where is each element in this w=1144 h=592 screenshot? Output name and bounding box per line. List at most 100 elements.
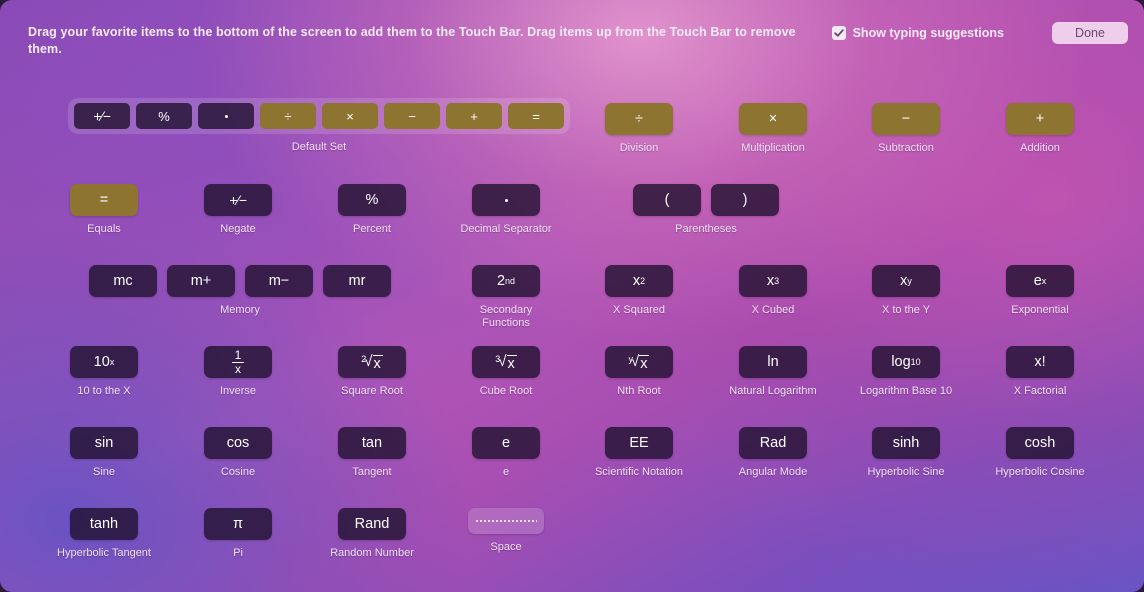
decimal-separator-cell: Decimal Separator — [446, 184, 566, 236]
hyperbolic-cosine-label: Hyperbolic Cosine — [995, 466, 1085, 478]
sine-button[interactable]: sin — [70, 427, 138, 459]
customize-items-grid: +⁄−% ÷ × − + = Default Set ÷ Division × Multiplica… — [0, 0, 1144, 592]
addition-button[interactable]: + — [1006, 103, 1074, 135]
cosine-button[interactable]: cos — [204, 427, 272, 459]
negate-button[interactable]: +⁄− — [74, 103, 130, 129]
hyperbolic-tangent-button[interactable]: tanh — [70, 508, 138, 540]
hyperbolic-sine-cell: sinh Hyperbolic Sine — [846, 427, 966, 479]
percent-button[interactable]: % — [136, 103, 192, 129]
pi-cell: π Pi — [178, 508, 298, 560]
close-paren-button[interactable]: ) — [711, 184, 779, 216]
division-cell: ÷ Division — [579, 103, 699, 155]
multiplication-button[interactable]: × — [322, 103, 378, 129]
memory-add-button[interactable]: m+ — [167, 265, 235, 297]
e-cell: ee — [446, 427, 566, 479]
scientific-notation-button[interactable]: EE — [605, 427, 673, 459]
tangent-label: Tangent — [352, 466, 392, 478]
memory-recall-button[interactable]: mr — [323, 265, 391, 297]
logarithm-base-10-button[interactable]: log 10 — [872, 346, 940, 378]
memory-minus-button[interactable]: m− — [245, 265, 313, 297]
ten-to-the-x-button[interactable]: 10 x — [70, 346, 138, 378]
hyperbolic-cosine-button[interactable]: cosh — [1006, 427, 1074, 459]
decimal-separator-button[interactable] — [472, 184, 540, 216]
nth-root-label: Nth Root — [617, 385, 661, 397]
percent-button[interactable]: % — [338, 184, 406, 216]
random-number-label: Random Number — [330, 547, 414, 559]
natural-logarithm-button[interactable]: ln — [739, 346, 807, 378]
e-label: e — [502, 466, 510, 478]
e-button[interactable]: e — [472, 427, 540, 459]
equals-label: Equals — [87, 223, 121, 235]
x-cubed-label: X Cubed — [751, 304, 795, 316]
addition-label: Addition — [1020, 142, 1060, 154]
space-button[interactable] — [468, 508, 544, 534]
subtraction-button[interactable]: − — [872, 103, 940, 135]
subtraction-cell: − Subtraction — [846, 103, 966, 155]
x-factorial-button[interactable]: x! — [1006, 346, 1074, 378]
decimal-separator-button[interactable] — [198, 103, 254, 129]
secondary-functions-cell: 2nd Secondary Functions — [446, 265, 566, 330]
equals-button[interactable]: = — [508, 103, 564, 129]
hyperbolic-tangent-label: Hyperbolic Tangent — [57, 547, 151, 559]
percent-label: Percent — [353, 223, 391, 235]
nth-root-button[interactable]: y √ x — [605, 346, 673, 378]
tangent-cell: tan Tangent — [312, 427, 432, 479]
x-squared-label: X Squared — [613, 304, 665, 316]
x-cubed-cell: x3 X Cubed — [713, 265, 833, 317]
addition-cell: + Addition — [980, 103, 1100, 155]
x-to-the-y-cell: xy X to the Y — [846, 265, 966, 317]
division-button[interactable]: ÷ — [605, 103, 673, 135]
random-number-button[interactable]: Rand — [338, 508, 406, 540]
touch-bar-customize-window: Drag your favorite items to the bottom o… — [0, 0, 1144, 592]
addition-button[interactable]: + — [446, 103, 502, 129]
negate-button[interactable]: +⁄− — [204, 184, 272, 216]
inverse-button[interactable]: 1x — [204, 346, 272, 378]
x-factorial-label: X Factorial — [1013, 385, 1067, 397]
x-squared-button[interactable]: x2 — [605, 265, 673, 297]
scientific-notation-cell: EE Scientific Notation — [579, 427, 699, 479]
multiplication-button[interactable]: × — [739, 103, 807, 135]
negate-label: Negate — [220, 223, 256, 235]
ten-to-the-x-label: 10 to the X — [77, 385, 131, 397]
default-set-label: Default Set — [291, 141, 347, 153]
square-root-cell: 2 √ x Square Root — [312, 346, 432, 398]
parentheses-group: () — [633, 184, 779, 216]
division-button[interactable]: ÷ — [260, 103, 316, 129]
inverse-label: Inverse — [219, 385, 257, 397]
nth-root-cell: y √ x Nth Root — [579, 346, 699, 398]
secondary-functions-button[interactable]: 2nd — [472, 265, 540, 297]
logarithm-base-10-label: Logarithm Base 10 — [859, 385, 953, 397]
sine-cell: sin Sine — [44, 427, 164, 479]
pi-button[interactable]: π — [204, 508, 272, 540]
cube-root-button[interactable]: 3 √ x — [472, 346, 540, 378]
open-paren-button[interactable]: ( — [633, 184, 701, 216]
memory-clear-button[interactable]: mc — [89, 265, 157, 297]
angular-mode-label: Angular Mode — [738, 466, 808, 478]
scientific-notation-label: Scientific Notation — [594, 466, 684, 478]
parentheses-cell: () Parentheses — [616, 184, 796, 236]
cube-root-cell: 3 √ x Cube Root — [446, 346, 566, 398]
x-to-the-y-button[interactable]: xy — [872, 265, 940, 297]
tangent-button[interactable]: tan — [338, 427, 406, 459]
hyperbolic-sine-button[interactable]: sinh — [872, 427, 940, 459]
default-set-group[interactable]: +⁄−% ÷ × − + = — [68, 98, 570, 134]
square-root-button[interactable]: 2 √ x — [338, 346, 406, 378]
space-label: Space — [490, 541, 522, 553]
x-cubed-button[interactable]: x3 — [739, 265, 807, 297]
hyperbolic-sine-label: Hyperbolic Sine — [867, 466, 945, 478]
x-to-the-y-label: X to the Y — [881, 304, 931, 316]
memory-group: mc m+ m− mr — [89, 265, 391, 297]
angular-mode-button[interactable]: Rad — [739, 427, 807, 459]
negate-cell: +⁄− Negate — [178, 184, 298, 236]
subtraction-button[interactable]: − — [384, 103, 440, 129]
x-squared-cell: x2 X Squared — [579, 265, 699, 317]
sine-label: Sine — [92, 466, 116, 478]
secondary-functions-label: Secondary Functions — [479, 304, 533, 329]
equals-button[interactable]: = — [70, 184, 138, 216]
exponential-button[interactable]: ex — [1006, 265, 1074, 297]
natural-logarithm-label: Natural Logarithm — [729, 385, 817, 397]
random-number-cell: Rand Random Number — [312, 508, 432, 560]
subtraction-label: Subtraction — [878, 142, 934, 154]
x-factorial-cell: x! X Factorial — [980, 346, 1100, 398]
hyperbolic-cosine-cell: cosh Hyperbolic Cosine — [980, 427, 1100, 479]
